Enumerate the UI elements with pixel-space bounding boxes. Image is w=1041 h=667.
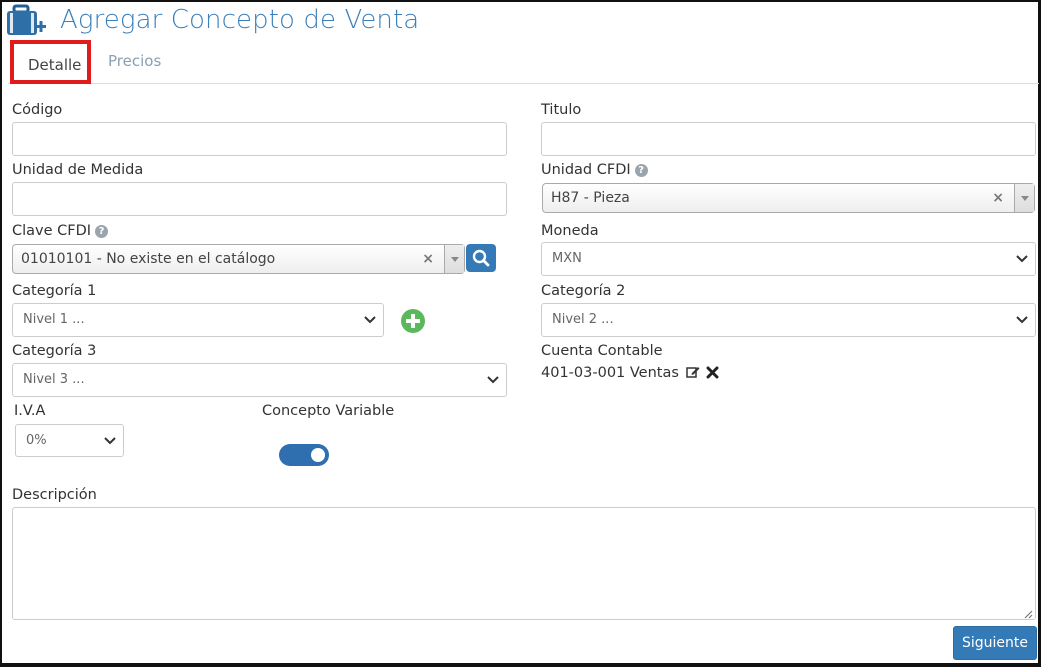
page-header: Agregar Concepto de Venta [6,2,419,38]
concepto-variable-toggle[interactable] [279,444,329,466]
codigo-label: Código [12,102,63,118]
page-title: Agregar Concepto de Venta [60,5,420,35]
concepto-variable-label: Concepto Variable [262,403,395,419]
categoria3-value: Nivel 3 ... [23,372,85,387]
unidad-medida-input[interactable] [12,182,507,216]
unidad-medida-label: Unidad de Medida [12,162,144,178]
descripcion-label: Descripción [12,487,97,503]
chevron-down-icon [363,304,377,336]
search-button[interactable] [466,244,496,272]
tab-precios[interactable]: Precios [94,40,175,84]
unidad-cfdi-label: Unidad CFDI? [541,162,648,178]
toggle-knob [311,448,325,462]
tab-detalle[interactable]: Detalle [10,40,91,84]
chevron-down-icon [486,364,500,396]
clear-icon[interactable]: × [422,245,434,273]
resize-handle-icon[interactable] [1023,607,1033,619]
categoria3-select[interactable]: Nivel 3 ... [12,363,507,397]
categoria1-label: Categoría 1 [12,283,97,299]
categoria2-value: Nivel 2 ... [552,312,614,327]
cuenta-contable-value: 401-03-001 Ventas [541,365,679,381]
cuenta-contable-label: Cuenta Contable [541,343,663,359]
cuenta-contable-row: 401-03-001 Ventas [541,365,719,383]
titulo-input[interactable] [541,122,1036,156]
categoria3-label: Categoría 3 [12,343,97,359]
briefcase-add-icon [6,3,46,37]
unidad-cfdi-value: H87 - Pieza [551,190,630,206]
next-button[interactable]: Siguiente [953,626,1037,660]
titulo-label: Titulo [541,102,582,118]
unidad-cfdi-select[interactable]: H87 - Pieza × [542,183,1035,213]
moneda-value: MXN [552,251,582,266]
dropdown-arrow-icon[interactable] [1014,184,1034,212]
search-icon [472,249,490,267]
clave-cfdi-value: 01010101 - No existe en el catálogo [21,251,276,267]
categoria1-select[interactable]: Nivel 1 ... [12,303,384,337]
dropdown-arrow-icon[interactable] [444,245,464,273]
clave-cfdi-label: Clave CFDI? [12,223,109,239]
add-category-button[interactable] [401,309,425,333]
edit-icon[interactable] [685,365,700,383]
categoria2-label: Categoría 2 [541,283,626,299]
categoria1-value: Nivel 1 ... [23,312,85,327]
help-icon[interactable]: ? [95,225,109,238]
moneda-label: Moneda [541,223,599,239]
iva-select[interactable]: 0% [15,424,124,457]
iva-label: I.V.A [14,403,46,419]
chevron-down-icon [1015,304,1029,336]
clave-cfdi-select[interactable]: 01010101 - No existe en el catálogo × [12,244,465,274]
help-icon[interactable]: ? [634,164,648,177]
remove-icon[interactable] [706,365,719,383]
tab-bar: Detalle Precios [8,40,1039,84]
moneda-select[interactable]: MXN [541,242,1036,276]
descripcion-textarea[interactable] [12,507,1036,620]
codigo-input[interactable] [12,122,507,156]
categoria2-select[interactable]: Nivel 2 ... [541,303,1036,337]
clear-icon[interactable]: × [992,184,1004,212]
chevron-down-icon [103,425,117,457]
chevron-down-icon [1015,243,1029,275]
iva-value: 0% [26,433,47,448]
